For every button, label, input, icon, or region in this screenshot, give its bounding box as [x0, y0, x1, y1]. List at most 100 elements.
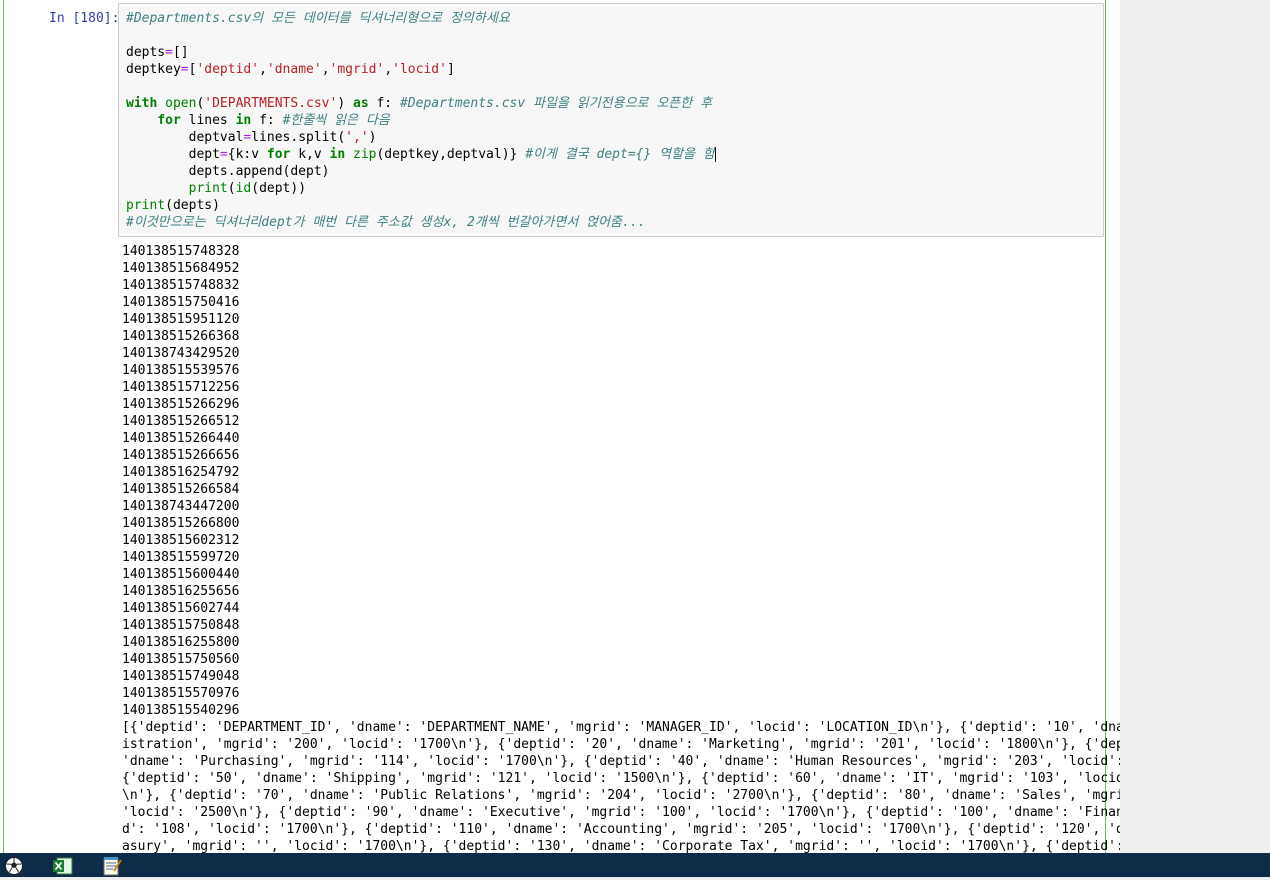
code-line[interactable]: for lines in f: #한줄씩 읽은 다음: [126, 112, 716, 129]
output-id-line: 140138515748832: [122, 278, 240, 293]
code-text[interactable]: #Departments.csv의 모든 데이터를 딕셔너리형으로 정의하세요 …: [126, 10, 716, 231]
output-id-line: 140138516255800: [122, 635, 240, 650]
code-line[interactable]: depts=[]: [126, 44, 716, 61]
code-token: as: [353, 96, 369, 111]
code-token: 'DEPARTMENTS.csv': [204, 96, 338, 111]
code-token: deptkey: [126, 62, 181, 77]
code-token: lines.split(: [251, 130, 346, 145]
right-gutter: [1120, 0, 1270, 853]
code-token: ): [368, 130, 377, 145]
code-token: =: [180, 62, 189, 77]
output-id-line: 140138515540296: [122, 703, 240, 718]
code-token: ,: [384, 62, 393, 77]
output-id-line: 140138515749048: [122, 669, 240, 684]
code-token: #이게 결국 dept={} 역할을 함: [525, 147, 716, 162]
output-list-line: \n'}, {'deptid': '70', 'dname': 'Public …: [122, 788, 1120, 803]
code-token: ): [337, 96, 353, 111]
soccer-ball-icon[interactable]: [3, 856, 25, 876]
code-token: in: [329, 147, 346, 162]
output-list-line: {'deptid': '50', 'dname': 'Shipping', 'm…: [122, 771, 1120, 786]
output-id-line: 140138516254792: [122, 465, 240, 480]
code-token: deptval: [126, 130, 244, 145]
output-id-line: 140138515602312: [122, 533, 240, 548]
output-id-line: 140138515539576: [122, 363, 240, 378]
output-list-line: istration', 'mgrid': '200', 'locid': '17…: [122, 737, 1120, 752]
code-token: depts: [126, 45, 166, 60]
code-token: #이것만으로는 딕셔너리dept가 매번 다른 주소값 생성x, 2개씩 번갈아…: [126, 215, 646, 230]
code-line[interactable]: deptval=lines.split(','): [126, 129, 716, 146]
output-id-line: 140138515602744: [122, 601, 240, 616]
output-id-line: 140138515750560: [122, 652, 240, 667]
notepad-icon[interactable]: [101, 856, 123, 876]
code-line[interactable]: print(depts): [126, 197, 716, 214]
output-id-line: 140138515750848: [122, 618, 240, 633]
input-prompt: In [180]:: [49, 11, 120, 26]
code-line[interactable]: [126, 78, 716, 95]
code-token: dept: [126, 147, 220, 162]
output-id-line: 140138515266512: [122, 414, 240, 429]
output-list-line: d': '108', 'locid': '1700\n'}, {'deptid'…: [122, 822, 1120, 837]
code-token: ]: [446, 62, 455, 77]
code-token: ,: [259, 62, 267, 77]
output-list-line: 'locid': '2500\n'}, {'deptid': '90', 'dn…: [122, 805, 1120, 820]
code-token: print: [188, 181, 228, 196]
cell-output: 140138515748328 140138515684952 1401385157…: [122, 243, 1120, 853]
code-cell[interactable]: In [180]: #Departments.csv의 모든 데이터를 딕셔너리…: [3, 0, 1120, 853]
code-token: (depts): [165, 198, 220, 213]
code-line[interactable]: depts.append(dept): [126, 163, 716, 180]
notebook-page: In [180]: #Departments.csv의 모든 데이터를 딕셔너리…: [0, 0, 1120, 853]
code-token: 'dname': [266, 62, 322, 77]
code-token: {k:v: [227, 147, 267, 162]
output-id-line: 140138515266368: [122, 329, 240, 344]
code-line[interactable]: dept={k:v for k,v in zip(deptkey,deptval…: [126, 146, 716, 163]
code-line[interactable]: [126, 27, 716, 44]
code-line[interactable]: deptkey=['deptid','dname','mgrid','locid…: [126, 61, 716, 78]
code-token: depts.append(dept): [126, 164, 330, 179]
output-id-line: 140138515748328: [122, 244, 240, 259]
output-id-line: 140138743447200: [122, 499, 240, 514]
code-line[interactable]: #Departments.csv의 모든 데이터를 딕셔너리형으로 정의하세요: [126, 10, 716, 27]
output-list-line: asury', 'mgrid': '', 'locid': '1700\n'},…: [122, 839, 1120, 853]
code-token: ,: [321, 62, 330, 77]
output-id-line: 140138515684952: [122, 261, 240, 276]
code-line[interactable]: print(id(dept)): [126, 180, 716, 197]
code-token: print: [126, 198, 166, 213]
code-token: with: [126, 96, 158, 111]
output-id-line: 140138515266440: [122, 431, 240, 446]
code-token: 'mgrid': [329, 62, 385, 77]
code-token: id: [235, 181, 252, 196]
output-id-line: 140138515750416: [122, 295, 240, 310]
output-id-line: 140138515599720: [122, 550, 240, 565]
code-token: in: [235, 113, 252, 128]
output-id-line: 140138515712256: [122, 380, 240, 395]
output-id-line: 140138515570976: [122, 686, 240, 701]
code-token: #Departments.csv의 모든 데이터를 딕셔너리형으로 정의하세요: [126, 11, 510, 26]
output-id-line: 140138515951120: [122, 312, 240, 327]
code-line[interactable]: #이것만으로는 딕셔너리dept가 매번 다른 주소값 생성x, 2개씩 번갈아…: [126, 214, 716, 231]
code-token: 'locid': [392, 62, 447, 77]
output-list-line: [{'deptid': 'DEPARTMENT_ID', 'dname': 'D…: [122, 720, 1120, 735]
code-token: []: [172, 45, 189, 60]
output-id-line: 140138515266584: [122, 482, 240, 497]
excel-icon[interactable]: [52, 856, 74, 876]
code-line[interactable]: with open('DEPARTMENTS.csv') as f: #Depa…: [126, 95, 716, 112]
code-token: f:: [251, 113, 283, 128]
code-token: 'deptid': [196, 62, 260, 77]
output-id-line: 140138515266296: [122, 397, 240, 412]
code-token: f:: [368, 96, 400, 111]
code-editor[interactable]: #Departments.csv의 모든 데이터를 딕셔너리형으로 정의하세요 …: [118, 3, 1104, 237]
code-token: for: [157, 113, 181, 128]
code-token: open: [165, 96, 197, 111]
code-token: lines: [180, 113, 236, 128]
code-token: #Departments.csv 파일을 읽기전용으로 오픈한 후: [399, 96, 712, 111]
code-token: (: [227, 181, 236, 196]
code-token: (deptkey,deptval)}: [376, 147, 526, 162]
output-id-line: 140138515600440: [122, 567, 240, 582]
code-token: zip: [353, 147, 377, 162]
output-list-line: 'dname': 'Purchasing', 'mgrid': '114', '…: [122, 754, 1120, 769]
code-token: #한줄씩 읽은 다음: [282, 113, 390, 128]
